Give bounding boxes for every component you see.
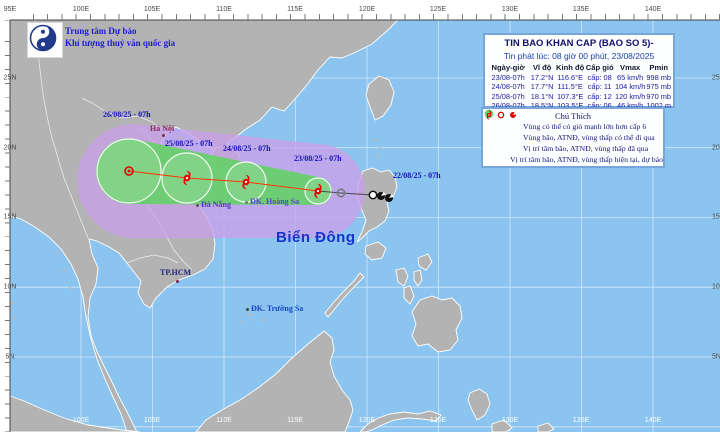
lon-label: 115E: [287, 6, 303, 13]
island-label-hoang-sa: ĐK. Hoàng Sa: [250, 197, 300, 206]
agency-logo: [27, 22, 63, 58]
lon-label: 110E: [216, 417, 232, 424]
lon-label: 115E: [287, 417, 303, 424]
lat-label: 10N: [3, 283, 17, 291]
col-header: Cấp gió: [585, 63, 614, 72]
lon-label: 105E: [143, 417, 161, 424]
cell: 24/08-07h: [491, 82, 525, 92]
forecast-label-23-08: 23/08/25 - 07h: [294, 154, 342, 163]
island-marker-hoang-sa: [245, 201, 248, 204]
agency-name-line2: Khí tượng thuỷ văn quốc gia: [65, 38, 176, 48]
forecast-label-24-08: 24/08/25 - 07h: [223, 144, 271, 153]
legend-label: Vùng có thể có gió mạnh lớn hơn cấp 6: [523, 122, 647, 131]
left-axis-ticks: [5, 20, 10, 432]
legend-item-track-zone: Vùng bão, ATNĐ, vùng thấp có thể đi qua: [483, 109, 663, 143]
cell: cấp: 11: [587, 82, 612, 92]
lon-label: 130E: [501, 417, 519, 424]
col-header: Vĩ độ: [532, 63, 552, 72]
bulletin-title: TIN BAO KHAN CAP (BAO SO 5)-: [504, 38, 654, 49]
cell: 104 km/h: [614, 82, 646, 92]
legend-label: Vị trí tâm bão, ATNĐ, vùng thấp đã qua: [523, 144, 649, 153]
lat-label: 5N: [5, 353, 15, 361]
cell: 975 mb: [646, 82, 671, 92]
col-header: Ngày-giờ: [491, 63, 525, 72]
globe-swirl-icon: [29, 24, 57, 52]
cell: cấp: 08: [587, 72, 612, 82]
lon-label: 120E: [358, 6, 376, 13]
col-header: Kinh độ: [556, 63, 585, 72]
lon-label: 100E: [72, 6, 90, 13]
legend-item-wind-zone: Vùng có thể có gió mạnh lớn hơn cấp 6: [483, 109, 663, 132]
bulletin-header-row: Ngày-giờ Vĩ độ Kinh độ Cấp gió Vmax Pmin: [485, 63, 673, 73]
cell: 107.3°E: [556, 91, 584, 101]
legend-label: Vị trí tâm bão, ATNĐ, vùng thấp hiện tại…: [510, 155, 663, 164]
lon-label: 135E: [572, 417, 590, 424]
legend-label: Vùng bão, ATNĐ, vùng thấp có thể đi qua: [523, 133, 655, 142]
top-axis-ticks: [10, 14, 720, 20]
lon-label: 140E: [644, 417, 662, 424]
city-marker-hanoi: [162, 134, 165, 137]
city-label-danang: Đà Nẵng: [201, 200, 232, 209]
col-header: Vmax: [620, 63, 641, 72]
agency-name: Trung tâm Dự báo Khí tượng thuỷ văn quốc…: [65, 25, 175, 49]
lon-label: 125E: [429, 417, 447, 424]
lon-label: 140E: [644, 6, 662, 13]
cell: 111.5°E: [557, 82, 583, 92]
lat-label: 15N: [3, 213, 17, 221]
lat-label: 25N: [3, 74, 17, 82]
forecast-label-25-08: 25/08/25 - 07h: [165, 139, 213, 148]
table-row: 23/08-07h 17.2°N 116.6°E cấp: 08 65 km/h…: [485, 73, 673, 83]
lat-label: 5N: [712, 353, 720, 361]
cell: 970 mb: [646, 91, 671, 101]
legend-item-current-forecast-positions: Vị trí tâm bão, ATNĐ, vùng thấp hiện tại…: [483, 110, 663, 165]
storm-bulletin-map: 95E 100E 105E 110E 115E 120E 125E 130E 1…: [0, 0, 720, 432]
cell: 17.2°N: [530, 72, 554, 82]
mindanao-island: [411, 295, 463, 353]
bulletin-panel: TIN BAO KHAN CAP (BAO SO 5)- Tin phát lú…: [483, 33, 675, 110]
lon-label: 125E: [429, 6, 447, 13]
past-depression-symbol: [368, 190, 378, 200]
past-label-22-08: 22/08/25 - 07h: [393, 171, 441, 180]
island-label-truong-sa: ĐK. Trường Sa: [251, 304, 304, 313]
city-marker-tphcm: [176, 280, 179, 283]
lat-label: 25N: [712, 74, 720, 82]
city-marker-danang: [196, 204, 199, 207]
lon-label: 100E: [72, 417, 90, 424]
lon-label: 105E: [143, 6, 161, 13]
lat-label: 20N: [712, 144, 720, 152]
legend-panel: Chú Thích Vùng có thể có gió mạnh lớn hơ…: [481, 107, 665, 168]
lon-label: 110E: [216, 6, 232, 13]
city-label-tphcm: TP.HCM: [160, 268, 192, 277]
cell: 116.6°E: [557, 72, 584, 82]
table-row: 24/08-07h 17.7°N 111.5°E cấp: 11 104 km/…: [485, 82, 673, 92]
agency-name-line1: Trung tâm Dự báo: [65, 26, 137, 36]
forecast-position-icons: [486, 110, 517, 120]
lat-label: 20N: [3, 144, 17, 152]
island-marker-truong-sa: [246, 308, 249, 311]
lon-label: 130E: [501, 6, 519, 13]
sea-label-bien-dong: Biển Đông: [276, 229, 356, 246]
cell: 18.1°N: [530, 91, 554, 101]
cell: 25/08-07h: [491, 91, 525, 101]
city-label-hanoi: Hà Nội: [150, 124, 175, 133]
lat-label: 10N: [712, 283, 720, 291]
cell: 17.7°N: [530, 82, 554, 92]
lon-label: 95E: [3, 6, 17, 13]
col-header: Pmin: [649, 63, 668, 72]
lon-label: 120E: [358, 417, 376, 424]
forecast-label-26-08: 26/08/25 - 07h: [103, 110, 151, 119]
cell: cấp: 12: [587, 91, 612, 101]
cell: 120 km/h: [614, 91, 646, 101]
table-row: 25/08-07h 18.1°N 107.3°E cấp: 12 120 km/…: [485, 92, 673, 102]
lon-label: 135E: [572, 6, 590, 13]
bulletin-issued-time: Tin phát lúc: 08 giờ 00 phút, 23/08/2025: [503, 51, 655, 61]
cell: 65 km/h: [617, 72, 644, 82]
lat-label: 15N: [712, 213, 720, 221]
cell: 998 mb: [646, 72, 671, 82]
legend-item-past-positions: Vị trí tâm bão, ATNĐ, vùng thấp đã qua: [483, 110, 663, 154]
cell: 23/08-07h: [491, 72, 525, 82]
